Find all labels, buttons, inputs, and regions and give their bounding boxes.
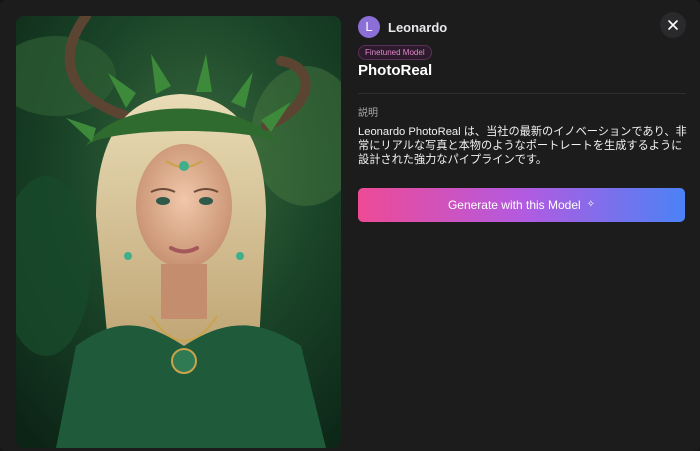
finetuned-model-badge: Finetuned Model [358, 45, 432, 60]
model-title: PhotoReal [358, 62, 433, 79]
model-info-panel: L Leonardo Finetuned Model PhotoReal 説明 … [358, 14, 688, 222]
model-details-modal: L Leonardo Finetuned Model PhotoReal 説明 … [0, 0, 700, 451]
author-name[interactable]: Leonardo [388, 20, 447, 35]
generate-button-label: Generate with this Model [447, 198, 581, 212]
avatar[interactable]: L [358, 16, 380, 38]
author-row[interactable]: L Leonardo [358, 14, 688, 40]
description-text: Leonardo PhotoReal は、当社の最新のイノベーションであり、非常… [358, 126, 687, 166]
close-button[interactable] [660, 12, 686, 38]
description-label: 説明 [358, 108, 378, 119]
generate-with-model-button[interactable]: Generate with this Model ✧ [358, 188, 685, 222]
close-icon [668, 20, 678, 30]
model-preview-image [16, 16, 341, 448]
sparkle-icon: ✧ [586, 199, 596, 210]
divider [358, 93, 686, 94]
